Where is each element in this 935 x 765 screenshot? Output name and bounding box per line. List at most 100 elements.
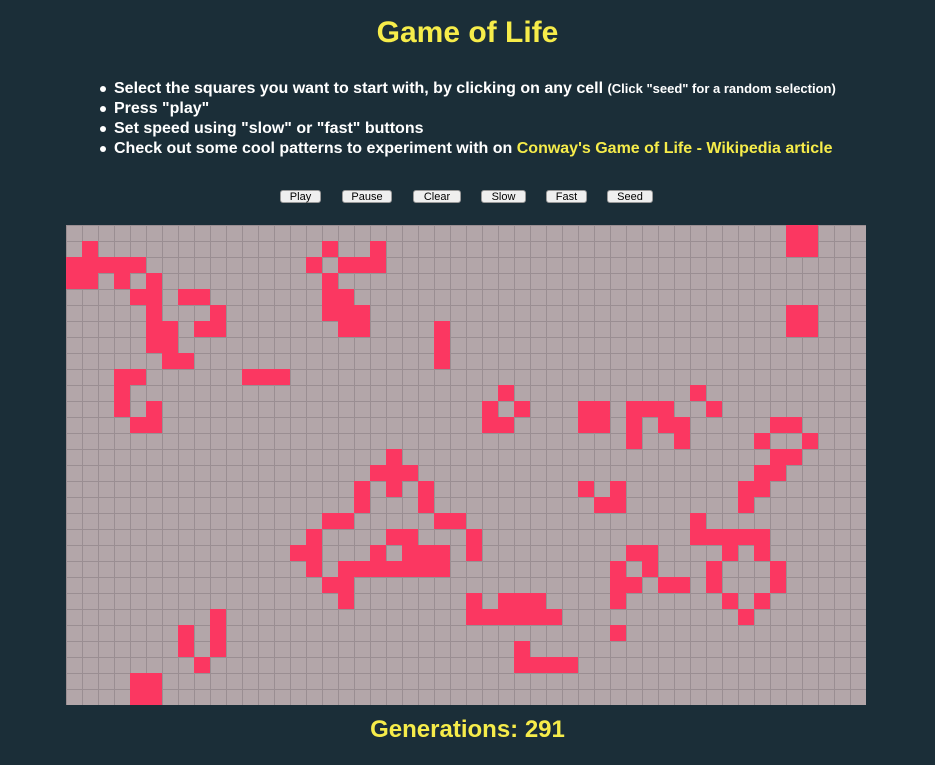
live-cell[interactable]	[114, 257, 130, 273]
live-cell[interactable]	[210, 321, 226, 337]
live-cell[interactable]	[770, 577, 786, 593]
live-cell[interactable]	[626, 417, 642, 433]
live-cell[interactable]	[338, 321, 354, 337]
live-cell[interactable]	[466, 545, 482, 561]
live-cell[interactable]	[306, 257, 322, 273]
live-cell[interactable]	[786, 225, 802, 241]
live-cell[interactable]	[386, 561, 402, 577]
live-cell[interactable]	[146, 321, 162, 337]
live-cell[interactable]	[114, 273, 130, 289]
live-cell[interactable]	[706, 577, 722, 593]
live-cell[interactable]	[802, 241, 818, 257]
live-cell[interactable]	[450, 513, 466, 529]
live-cell[interactable]	[514, 641, 530, 657]
live-cell[interactable]	[642, 561, 658, 577]
live-cell[interactable]	[82, 273, 98, 289]
live-cell[interactable]	[338, 289, 354, 305]
live-cell[interactable]	[610, 497, 626, 513]
live-cell[interactable]	[786, 305, 802, 321]
play-button[interactable]: Play	[280, 190, 321, 203]
live-cell[interactable]	[194, 289, 210, 305]
live-cell[interactable]	[594, 417, 610, 433]
live-cell[interactable]	[770, 449, 786, 465]
live-cell[interactable]	[626, 401, 642, 417]
live-cell[interactable]	[434, 353, 450, 369]
live-cell[interactable]	[706, 401, 722, 417]
live-cell[interactable]	[146, 417, 162, 433]
live-cell[interactable]	[370, 241, 386, 257]
live-cell[interactable]	[434, 545, 450, 561]
live-cell[interactable]	[146, 673, 162, 689]
live-cell[interactable]	[66, 273, 82, 289]
live-cell[interactable]	[754, 465, 770, 481]
live-cell[interactable]	[354, 561, 370, 577]
live-cell[interactable]	[114, 369, 130, 385]
live-cell[interactable]	[610, 577, 626, 593]
clear-button[interactable]: Clear	[413, 190, 461, 203]
live-cell[interactable]	[754, 481, 770, 497]
live-cell[interactable]	[274, 369, 290, 385]
live-cell[interactable]	[786, 417, 802, 433]
live-cell[interactable]	[386, 529, 402, 545]
live-cell[interactable]	[130, 417, 146, 433]
live-cell[interactable]	[498, 593, 514, 609]
live-cell[interactable]	[514, 609, 530, 625]
live-cell[interactable]	[210, 609, 226, 625]
live-cell[interactable]	[82, 241, 98, 257]
live-cell[interactable]	[802, 321, 818, 337]
live-cell[interactable]	[338, 305, 354, 321]
live-cell[interactable]	[402, 561, 418, 577]
live-cell[interactable]	[354, 497, 370, 513]
live-cell[interactable]	[370, 545, 386, 561]
live-cell[interactable]	[338, 257, 354, 273]
live-cell[interactable]	[130, 257, 146, 273]
live-cell[interactable]	[386, 481, 402, 497]
live-cell[interactable]	[162, 321, 178, 337]
live-cell[interactable]	[322, 241, 338, 257]
live-cell[interactable]	[146, 401, 162, 417]
live-cell[interactable]	[674, 433, 690, 449]
live-cell[interactable]	[322, 305, 338, 321]
live-cell[interactable]	[322, 289, 338, 305]
live-cell[interactable]	[386, 449, 402, 465]
live-cell[interactable]	[82, 257, 98, 273]
live-cell[interactable]	[146, 337, 162, 353]
wikipedia-link[interactable]: Conway's Game of Life - Wikipedia articl…	[517, 140, 833, 157]
live-cell[interactable]	[754, 593, 770, 609]
live-cell[interactable]	[690, 385, 706, 401]
live-cell[interactable]	[546, 657, 562, 673]
live-cell[interactable]	[466, 529, 482, 545]
live-cell[interactable]	[210, 641, 226, 657]
live-cell[interactable]	[322, 577, 338, 593]
slow-button[interactable]: Slow	[481, 190, 526, 203]
live-cell[interactable]	[546, 609, 562, 625]
live-cell[interactable]	[66, 257, 82, 273]
live-cell[interactable]	[162, 337, 178, 353]
live-cell[interactable]	[754, 545, 770, 561]
live-cell[interactable]	[530, 593, 546, 609]
live-cell[interactable]	[402, 465, 418, 481]
live-cell[interactable]	[418, 481, 434, 497]
live-cell[interactable]	[786, 449, 802, 465]
live-cell[interactable]	[338, 513, 354, 529]
live-cell[interactable]	[498, 609, 514, 625]
live-cell[interactable]	[722, 529, 738, 545]
live-cell[interactable]	[386, 465, 402, 481]
live-cell[interactable]	[114, 401, 130, 417]
live-cell[interactable]	[514, 657, 530, 673]
live-cell[interactable]	[530, 609, 546, 625]
live-cell[interactable]	[434, 321, 450, 337]
live-cell[interactable]	[402, 545, 418, 561]
live-cell[interactable]	[770, 561, 786, 577]
live-cell[interactable]	[594, 497, 610, 513]
live-cell[interactable]	[482, 609, 498, 625]
live-cell[interactable]	[194, 657, 210, 673]
live-cell[interactable]	[642, 401, 658, 417]
live-cell[interactable]	[258, 369, 274, 385]
live-cell[interactable]	[306, 545, 322, 561]
live-cell[interactable]	[146, 289, 162, 305]
live-cell[interactable]	[130, 289, 146, 305]
live-cell[interactable]	[498, 385, 514, 401]
live-cell[interactable]	[802, 305, 818, 321]
live-cell[interactable]	[130, 673, 146, 689]
